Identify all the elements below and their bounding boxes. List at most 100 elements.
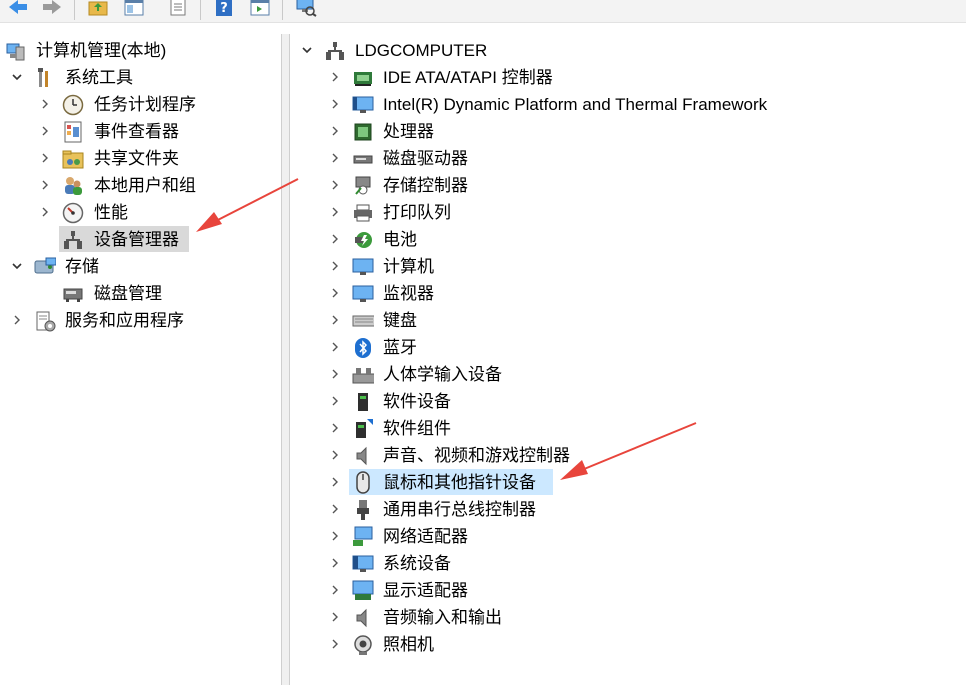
device-category-item[interactable]: 软件设备 [290,388,966,415]
device-category-item[interactable]: 键盘 [290,307,966,334]
device-category-item[interactable]: 蓝牙 [290,334,966,361]
software-component-icon [352,418,374,440]
device-category-item[interactable]: 处理器 [290,118,966,145]
chevron-right-icon[interactable] [328,205,342,219]
chevron-right-icon[interactable] [328,178,342,192]
device-category-item[interactable]: 系统设备 [290,550,966,577]
device-tree-root-label: LDGCOMPUTER [355,40,488,60]
device-category-item[interactable]: 监视器 [290,280,966,307]
chevron-right-icon[interactable] [38,124,52,138]
tree-item-label: 服务和应用程序 [65,310,184,330]
chevron-right-icon[interactable] [328,124,342,138]
chevron-right-icon[interactable] [328,286,342,300]
tree-item-device-manager[interactable]: 设备管理器 [0,226,281,253]
device-category-item[interactable]: 存储控制器 [290,172,966,199]
chevron-right-icon[interactable] [328,610,342,624]
device-category-item[interactable]: 通用串行总线控制器 [290,496,966,523]
chevron-right-icon[interactable] [328,97,342,111]
chevron-right-icon[interactable] [328,502,342,516]
system-device-icon [352,553,374,575]
tree-item-label: 存储 [65,256,99,276]
storage-icon [34,256,56,278]
chevron-right-icon[interactable] [328,475,342,489]
chevron-right-icon[interactable] [328,367,342,381]
chevron-right-icon[interactable] [328,421,342,435]
device-category-item[interactable]: 软件组件 [290,415,966,442]
chevron-right-icon[interactable] [328,340,342,354]
tree-item-local-users-groups[interactable]: 本地用户和组 [0,172,281,199]
device-category-item[interactable]: Intel(R) Dynamic Platform and Thermal Fr… [290,91,966,118]
tree-item-services-applications[interactable]: 服务和应用程序 [0,307,281,334]
device-category-item[interactable]: 打印队列 [290,199,966,226]
keyboard-icon [352,310,374,332]
tree-item-event-viewer[interactable]: 事件查看器 [0,118,281,145]
monitor-icon [352,283,374,305]
chevron-down-icon[interactable] [10,259,24,273]
chevron-right-icon[interactable] [328,151,342,165]
svg-text:?: ? [220,1,228,16]
chevron-right-icon[interactable] [328,448,342,462]
device-category-item[interactable]: 网络适配器 [290,523,966,550]
toolbar-separator [74,0,75,20]
chevron-right-icon[interactable] [38,151,52,165]
tree-item-computer-management[interactable]: 计算机管理(本地) [0,37,281,64]
device-category-label: 声音、视频和游戏控制器 [383,445,570,465]
device-category-item[interactable]: 照相机 [290,631,966,658]
tree-item-performance[interactable]: 性能 [0,199,281,226]
device-category-label: 处理器 [383,121,434,141]
device-category-label: 通用串行总线控制器 [383,499,536,519]
device-category-item[interactable]: 显示适配器 [290,577,966,604]
chevron-right-icon[interactable] [328,394,342,408]
monitor-blue-icon [352,94,374,116]
device-manager-icon [62,229,84,251]
audio-io-icon [352,607,374,629]
device-category-label: 计算机 [383,256,434,276]
device-category-item[interactable]: 音频输入和输出 [290,604,966,631]
chevron-right-icon[interactable] [38,178,52,192]
mouse-icon [352,470,374,494]
tree-item-disk-management[interactable]: 磁盘管理 [0,280,281,307]
back-button[interactable] [6,0,30,18]
pane-splitter[interactable] [281,34,290,685]
tree-item-shared-folders[interactable]: 共享文件夹 [0,145,281,172]
tree-item-storage[interactable]: 存储 [0,253,281,280]
action-pane-button[interactable] [248,0,272,18]
scan-hardware-button[interactable] [294,0,318,18]
chevron-down-icon[interactable] [300,43,314,57]
tree-item-task-scheduler[interactable]: 任务计划程序 [0,91,281,118]
chevron-right-icon[interactable] [38,97,52,111]
device-category-label: 软件设备 [383,391,451,411]
scan-hardware-icon [296,0,317,17]
device-tree-root[interactable]: LDGCOMPUTER [290,37,966,64]
chevron-right-icon[interactable] [328,70,342,84]
device-category-item[interactable]: 计算机 [290,253,966,280]
tree-item-system-tools[interactable]: 系统工具 [0,64,281,91]
device-category-item[interactable]: 磁盘驱动器 [290,145,966,172]
chevron-right-icon[interactable] [328,583,342,597]
action-pane-icon [250,0,270,16]
chevron-right-icon[interactable] [328,232,342,246]
chevron-right-icon[interactable] [328,556,342,570]
device-category-item[interactable]: 人体学输入设备 [290,361,966,388]
help-button[interactable]: ? [212,0,236,18]
tree-item-label: 系统工具 [65,67,133,87]
chevron-right-icon[interactable] [328,259,342,273]
up-folder-button[interactable] [86,0,110,18]
chevron-right-icon[interactable] [38,205,52,219]
device-category-item[interactable]: IDE ATA/ATAPI 控制器 [290,64,966,91]
hid-icon [352,364,374,386]
device-category-label: 系统设备 [383,553,451,573]
chevron-right-icon[interactable] [328,313,342,327]
device-category-item[interactable]: 电池 [290,226,966,253]
forward-button[interactable] [40,0,64,18]
device-category-item[interactable]: 声音、视频和游戏控制器 [290,442,966,469]
properties-button[interactable] [166,0,190,18]
chevron-right-icon[interactable] [328,637,342,651]
device-category-label: 存储控制器 [383,175,468,195]
device-category-label: 人体学输入设备 [383,364,502,384]
show-hide-tree-button[interactable] [122,0,146,18]
chevron-right-icon[interactable] [328,529,342,543]
chevron-right-icon[interactable] [10,313,24,327]
chevron-down-icon[interactable] [10,70,24,84]
device-category-item[interactable]: 鼠标和其他指针设备 [290,469,966,496]
